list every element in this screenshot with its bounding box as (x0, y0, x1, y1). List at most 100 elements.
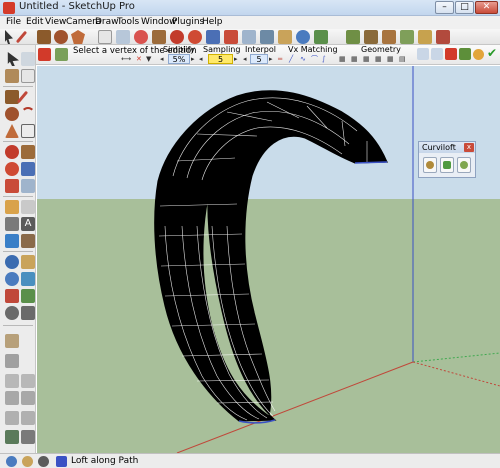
move-icon[interactable] (5, 145, 19, 159)
vx-match-arc-icon[interactable]: ⌒ (311, 54, 318, 64)
vx-match-curve-icon[interactable]: ∿ (300, 54, 306, 64)
offset-tool-icon[interactable] (242, 30, 256, 44)
select-tool-icon[interactable] (5, 30, 13, 44)
push-pull-icon[interactable] (152, 30, 166, 44)
text-icon[interactable]: A (21, 217, 35, 231)
generate-icon[interactable] (445, 48, 457, 60)
edit-mode-icon[interactable] (55, 48, 68, 61)
close-button[interactable]: ✕ (475, 1, 498, 14)
rotate-tool-icon[interactable] (188, 30, 202, 44)
user-icon[interactable] (38, 456, 49, 467)
previous-view-icon[interactable] (5, 289, 19, 303)
orbit-tool-icon[interactable] (260, 30, 274, 44)
geometry-option-4-icon[interactable]: ▦ (375, 54, 382, 64)
make-component-icon[interactable] (21, 52, 35, 66)
menu-draw[interactable]: Draw (95, 16, 119, 29)
right-view-icon[interactable] (21, 391, 35, 405)
skin-contours-icon[interactable] (457, 157, 471, 173)
pushpull-icon[interactable] (21, 145, 35, 159)
menu-view[interactable]: View (45, 16, 66, 29)
layout-icon[interactable] (418, 30, 432, 44)
loft-by-spline-icon[interactable] (423, 157, 437, 173)
freehand-icon[interactable] (21, 124, 35, 138)
follow-me-icon[interactable] (206, 30, 220, 44)
settings-icon[interactable] (473, 49, 484, 60)
help-icon[interactable] (56, 456, 67, 467)
zoom-extents-left-icon[interactable] (21, 289, 35, 303)
menu-tools[interactable]: Tools (117, 16, 139, 29)
model-viewport[interactable] (37, 66, 500, 453)
menu-plugins[interactable]: Plugins (172, 16, 204, 29)
curviloft-panel-close-button[interactable]: x (464, 143, 474, 152)
arc-icon[interactable] (21, 107, 35, 121)
orbit-icon[interactable] (5, 255, 19, 269)
loft-along-path-icon[interactable] (440, 157, 454, 173)
walk-icon[interactable] (21, 306, 35, 320)
send-to-layout-icon[interactable] (436, 30, 450, 44)
protractor-icon[interactable] (5, 217, 19, 231)
geometry-option-5-icon[interactable]: ▦ (387, 54, 394, 64)
menu-help[interactable]: Help (202, 16, 223, 29)
sandbox-icon[interactable] (5, 334, 19, 348)
vx-match-linear-icon[interactable]: ╱ (289, 54, 293, 64)
move-tool-icon[interactable] (170, 30, 184, 44)
interpol-field[interactable]: 5 (250, 54, 268, 64)
components-icon[interactable] (364, 30, 378, 44)
interpol-decrease-icon[interactable]: ◂ (243, 54, 247, 64)
maximize-button[interactable]: □ (455, 1, 474, 14)
simplify-increase-icon[interactable]: ▸ (191, 54, 195, 64)
select-icon[interactable] (7, 52, 19, 66)
tape-icon[interactable] (5, 200, 19, 214)
undo-icon[interactable] (417, 48, 429, 60)
geo-location-icon[interactable] (6, 456, 17, 467)
zoom-window-icon[interactable] (21, 272, 35, 286)
confirm-check-icon[interactable]: ✔ (487, 47, 497, 59)
geometry-option-2-icon[interactable]: ▦ (351, 54, 358, 64)
preview-icon[interactable] (459, 48, 471, 60)
sampling-field[interactable]: 5 (208, 54, 233, 64)
interpol-increase-icon[interactable]: ▸ (269, 54, 273, 64)
spine-arrow-icon[interactable]: ⟷ (121, 54, 131, 64)
vx-match-none-icon[interactable]: ═ (278, 54, 282, 64)
pan-tool-icon[interactable] (278, 30, 292, 44)
credits-icon[interactable] (22, 456, 33, 467)
pencil-tool-icon[interactable] (15, 30, 28, 44)
axes-icon[interactable] (5, 234, 19, 248)
menu-file[interactable]: File (6, 16, 21, 29)
menu-edit[interactable]: Edit (26, 16, 43, 29)
followme-icon[interactable] (21, 162, 35, 176)
scale-tool-icon[interactable] (224, 30, 238, 44)
section-plane-icon[interactable] (5, 430, 19, 444)
geometry-option-3-icon[interactable]: ▦ (363, 54, 370, 64)
exit-curviloft-icon[interactable] (38, 48, 51, 61)
iso-view-icon[interactable] (21, 411, 35, 425)
paint-icon[interactable] (5, 69, 19, 83)
paint-bucket-icon[interactable] (134, 30, 148, 44)
top-view-icon[interactable] (5, 411, 19, 425)
zoom-icon[interactable] (5, 272, 19, 286)
twist-up-icon[interactable]: ▼ (146, 54, 151, 64)
extension-icon[interactable] (400, 30, 414, 44)
3d-text-icon[interactable] (21, 234, 35, 248)
minimize-button[interactable]: – (435, 1, 454, 14)
polygon-tool-icon[interactable] (71, 30, 85, 44)
sampling-decrease-icon[interactable]: ◂ (199, 54, 203, 64)
vx-match-spline-icon[interactable]: ∫ (322, 54, 326, 64)
simplify-field[interactable]: 5% (168, 54, 190, 64)
geometry-option-6-icon[interactable]: ▤ (399, 54, 406, 64)
position-camera-icon[interactable] (5, 306, 19, 320)
redo-icon[interactable] (431, 48, 443, 60)
rotate-icon[interactable] (5, 162, 19, 176)
left-view-icon[interactable] (5, 391, 19, 405)
pan-icon[interactable] (21, 255, 35, 269)
offset-icon[interactable] (21, 179, 35, 193)
back-view-icon[interactable] (21, 374, 35, 388)
dimension-icon[interactable] (21, 200, 35, 214)
front-view-icon[interactable] (5, 374, 19, 388)
polygon-icon[interactable] (5, 124, 19, 138)
warehouse-icon[interactable] (346, 30, 360, 44)
eraser-tool-icon[interactable] (98, 30, 112, 44)
rectangle-tool-icon[interactable] (37, 30, 51, 44)
zoom-tool-icon[interactable] (296, 30, 310, 44)
circle-tool-icon[interactable] (54, 30, 68, 44)
